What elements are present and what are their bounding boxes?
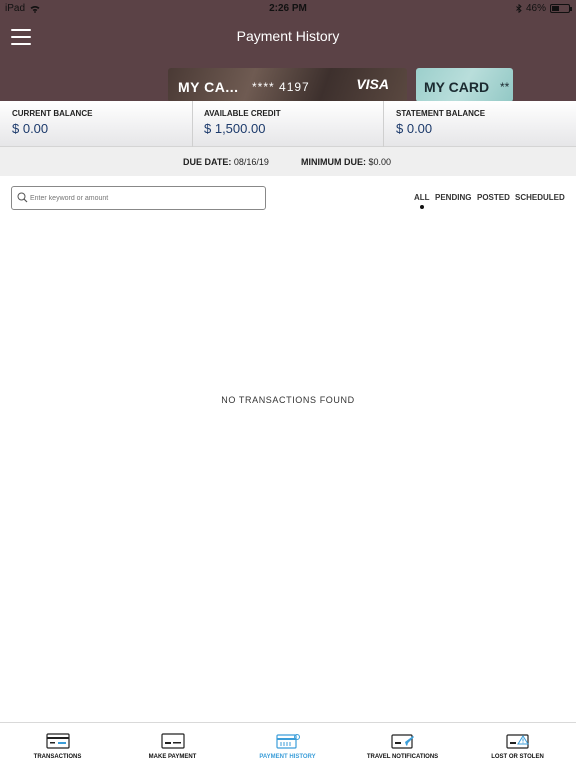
battery-percent: 46% <box>525 3 546 14</box>
minimum-due-label: MINIMUM DUE: <box>301 157 366 167</box>
tab-make-payment[interactable]: MAKE PAYMENT <box>115 723 230 768</box>
due-date-label: DUE DATE: <box>183 157 232 167</box>
filter-pending-label: PENDING <box>435 193 472 202</box>
empty-state-message: NO TRANSACTIONS FOUND <box>221 395 355 405</box>
status-bar: iPad 2:26 PM 46% <box>0 0 576 16</box>
available-credit: AVAILABLE CREDIT $ 1,500.00 <box>192 101 383 147</box>
bluetooth-icon <box>516 4 522 13</box>
tab-transactions[interactable]: TRANSACTIONS <box>0 723 115 768</box>
card-selector-2[interactable]: MY CARD ** <box>416 68 513 101</box>
tab-lost-or-stolen[interactable]: LOST OR STOLEN <box>460 723 575 768</box>
tab-label: TRANSACTIONS <box>33 754 82 760</box>
status-time: 2:26 PM <box>269 3 307 14</box>
current-balance: CURRENT BALANCE $ 0.00 <box>0 101 192 147</box>
filter-scheduled-label: SCHEDULED <box>515 193 565 202</box>
filter-posted[interactable]: POSTED <box>477 193 510 202</box>
visa-logo: VISA <box>356 76 389 92</box>
current-balance-value: $ 0.00 <box>12 121 49 136</box>
card-name: MY CA... <box>178 79 239 95</box>
current-balance-label: CURRENT BALANCE <box>12 109 93 118</box>
filter-all-label: ALL <box>414 193 430 202</box>
statement-balance-value: $ 0.00 <box>396 121 433 136</box>
transaction-filters: ALL PENDING POSTED SCHEDULED <box>0 193 576 213</box>
card-selector-1[interactable]: MY CA... **** 4197 VISA <box>168 68 407 101</box>
filter-all[interactable]: ALL <box>414 193 430 209</box>
statement-balance-label: STATEMENT BALANCE <box>396 109 486 118</box>
due-date-value: 08/16/19 <box>233 157 269 167</box>
balance-summary: CURRENT BALANCE $ 0.00 AVAILABLE CREDIT … <box>0 101 576 147</box>
lost-or-stolen-icon <box>505 734 529 749</box>
filter-posted-label: POSTED <box>477 193 510 202</box>
due-info-bar: DUE DATE: 08/16/19 MINIMUM DUE: $0.00 <box>0 147 576 176</box>
selected-indicator <box>419 205 424 209</box>
battery-icon <box>550 4 572 13</box>
make-payment-icon <box>160 733 185 749</box>
filter-pending[interactable]: PENDING <box>435 193 471 202</box>
payment-history-icon <box>275 734 300 749</box>
tab-label: TRAVEL NOTIFICATIONS <box>366 754 439 760</box>
page-title: Payment History <box>236 28 340 44</box>
minimum-due-value: $0.00 <box>368 157 392 167</box>
transactions-icon <box>45 733 70 749</box>
tab-payment-history[interactable]: PAYMENT HISTORY <box>230 723 345 768</box>
available-credit-label: AVAILABLE CREDIT <box>204 109 281 118</box>
tab-label: PAYMENT HISTORY <box>259 754 316 760</box>
bottom-tab-bar: TRANSACTIONS MAKE PAYMENT PAYMENT HISTOR… <box>0 722 576 768</box>
card-number: ** <box>500 80 510 94</box>
tab-label: LOST OR STOLEN <box>491 754 544 760</box>
due-date: DUE DATE: 08/16/19 <box>183 157 269 167</box>
tab-travel-notifications[interactable]: TRAVEL NOTIFICATIONS <box>345 723 460 768</box>
minimum-due: MINIMUM DUE: $0.00 <box>301 157 391 167</box>
card-number: **** 4197 <box>252 80 310 94</box>
travel-notifications-icon <box>390 734 414 749</box>
card-name: MY CARD <box>424 79 490 95</box>
tab-label: MAKE PAYMENT <box>148 754 197 760</box>
available-credit-value: $ 1,500.00 <box>204 121 266 136</box>
filter-scheduled[interactable]: SCHEDULED <box>515 193 565 202</box>
header: iPad 2:26 PM 46% Payment History MY CA..… <box>0 0 576 101</box>
statement-balance: STATEMENT BALANCE $ 0.00 <box>383 101 576 147</box>
